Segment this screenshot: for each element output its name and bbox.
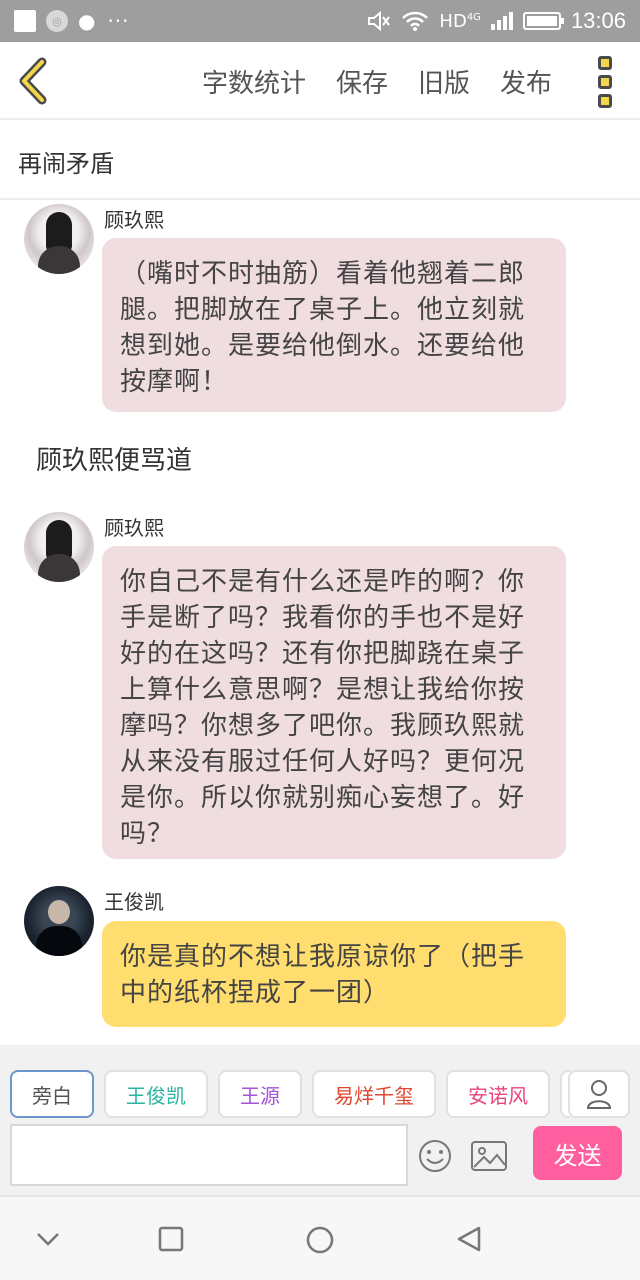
- image-icon[interactable]: [470, 1139, 508, 1173]
- publish-button[interactable]: 发布: [500, 63, 552, 100]
- toolbar-actions: 字数统计 保存 旧版 发布: [202, 42, 552, 120]
- role-selector: 旁白 王俊凯 王源 易烊千玺 安诺风: [10, 1070, 570, 1118]
- avatar[interactable]: [24, 512, 94, 582]
- role-label: 易烊千玺: [334, 1083, 414, 1108]
- narration-text[interactable]: 顾玖熙便骂道: [36, 440, 192, 477]
- role-chip[interactable]: 安诺风: [446, 1070, 550, 1118]
- person-icon[interactable]: [568, 1070, 630, 1118]
- speaker-name: 顾玖熙: [104, 208, 164, 232]
- role-chip[interactable]: 王源: [218, 1070, 302, 1118]
- role-label: 王源: [240, 1083, 280, 1108]
- clock: 13:06: [570, 8, 626, 33]
- battery-icon: [522, 12, 564, 30]
- word-count-button[interactable]: 字数统计: [202, 63, 306, 100]
- role-label: 旁白: [32, 1083, 72, 1108]
- screenshot-icon: [14, 10, 36, 32]
- message-bubble[interactable]: 你自己不是有什么还是咋的啊？你手是断了吗？我看你的手也不是好好的在这吗？还有你把…: [102, 546, 566, 859]
- message-bubble[interactable]: （嘴时不时抽筋）看着他翘着二郎腿。把脚放在了桌子上。他立刻就想到她。是要给他倒水…: [102, 238, 566, 412]
- speaker-name: 王俊凯: [104, 890, 164, 914]
- network-label: HD4G: [439, 10, 481, 32]
- message-bubble[interactable]: 你是真的不想让我原谅你了（把手中的纸杯捏成了一团）: [102, 921, 566, 1027]
- emoji-icon[interactable]: [418, 1139, 452, 1173]
- status-bar: ◎ ● ··· HD4G 13:06: [0, 0, 640, 42]
- signal-icon: [490, 12, 513, 30]
- home-icon[interactable]: [305, 1225, 335, 1255]
- app-bar: 字数统计 保存 旧版 发布: [0, 42, 640, 120]
- role-label: 王俊凯: [126, 1083, 186, 1108]
- status-right: HD4G 13:06: [367, 8, 626, 34]
- mute-icon: [368, 10, 391, 32]
- role-chip[interactable]: 易烊千玺: [312, 1070, 436, 1118]
- search-icon: ◎: [46, 10, 68, 32]
- save-button[interactable]: 保存: [336, 63, 388, 100]
- document-title[interactable]: 再闹矛盾: [0, 120, 640, 200]
- recents-icon[interactable]: [157, 1225, 185, 1253]
- message-input[interactable]: [10, 1124, 408, 1186]
- chat-area[interactable]: 顾玖熙 （嘴时不时抽筋）看着他翘着二郎腿。把脚放在了桌子上。他立刻就想到她。是要…: [0, 200, 640, 1045]
- wechat-icon: ●: [78, 9, 96, 33]
- speaker-name: 顾玖熙: [104, 516, 164, 540]
- menu-icon[interactable]: [598, 56, 614, 108]
- network-type: 4G: [466, 11, 481, 23]
- status-left: ◎ ● ···: [14, 9, 130, 33]
- more-icon: ···: [107, 9, 130, 33]
- role-chip-narrator[interactable]: 旁白: [10, 1070, 94, 1118]
- role-label: 安诺风: [468, 1083, 528, 1108]
- wifi-icon: [402, 11, 429, 31]
- avatar[interactable]: [24, 204, 94, 274]
- composer-panel: 旁白 王俊凯 王源 易烊千玺 安诺风 发送: [0, 1045, 640, 1195]
- avatar[interactable]: [24, 886, 94, 956]
- role-chip[interactable]: 王俊凯: [104, 1070, 208, 1118]
- send-button[interactable]: 发送: [533, 1126, 622, 1180]
- chevron-down-icon[interactable]: [34, 1225, 62, 1253]
- old-version-button[interactable]: 旧版: [418, 63, 470, 100]
- navigation-bar: [0, 1195, 640, 1280]
- back-triangle-icon[interactable]: [455, 1225, 483, 1253]
- back-icon[interactable]: [16, 56, 52, 106]
